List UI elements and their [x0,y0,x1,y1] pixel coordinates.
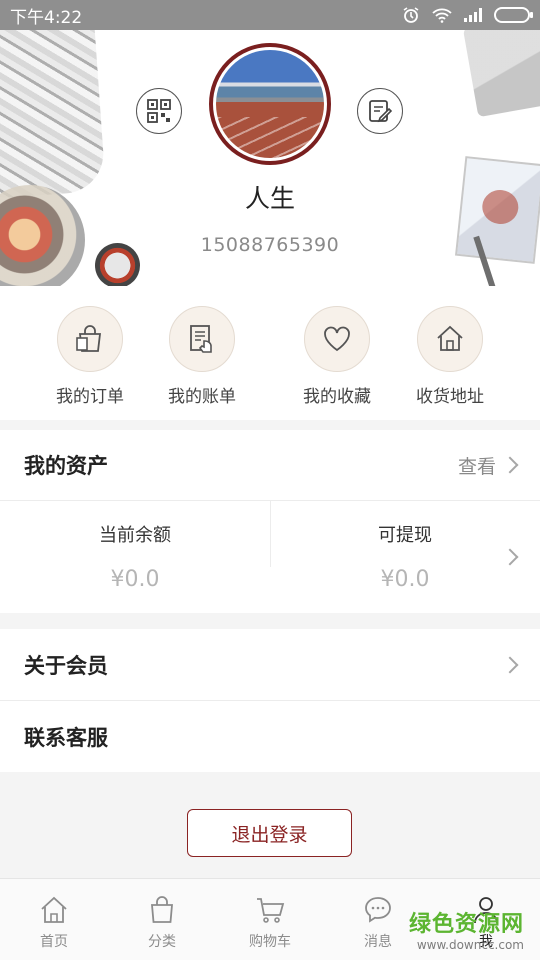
chevron-right-icon [501,656,519,673]
tab-label: 消息 [364,934,392,950]
assets-card: 我的资产 查看 当前余额 ¥0.0 可提现 ¥0.0 [0,430,540,613]
menu-item-service[interactable]: 联系客服 [0,701,540,772]
user-icon [469,893,503,927]
tab-label: 首页 [40,934,68,950]
wifi-icon [432,8,452,23]
profile-header: 人生 15088765390 [0,30,540,286]
menu-card: 关于会员 联系客服 [0,629,540,772]
chat-icon [361,893,395,927]
status-time: 下午4:22 [10,7,83,28]
tab-category[interactable]: 分类 [108,879,216,960]
assets-view-label: 查看 [457,455,496,478]
tab-me[interactable]: 我 [432,879,540,960]
shortcut-orders[interactable]: 我的订单 [35,306,145,407]
assets-title: 我的资产 [24,454,108,478]
shortcut-label: 我的订单 [56,387,124,407]
qr-code-icon [147,99,171,123]
shortcut-bills[interactable]: 我的账单 [147,306,257,407]
tab-home[interactable]: 首页 [0,879,108,960]
home-icon [437,325,463,351]
qr-code-button[interactable] [136,88,182,134]
tab-label: 购物车 [249,934,291,950]
shortcut-label: 我的账单 [168,387,236,407]
balance-separator [270,501,271,567]
bill-icon [190,325,212,353]
shopping-bag-icon [76,325,102,352]
battery-icon [494,7,533,23]
avatar[interactable] [209,43,331,165]
shortcut-favorites[interactable]: 我的收藏 [282,306,392,407]
balance-current-label: 当前余额 [99,525,171,546]
avatar-photo [216,50,324,158]
tab-bar: 首页 分类 购物车 消息 我 [0,878,540,960]
shortcut-orders-circle [57,306,123,372]
tab-label: 分类 [148,934,176,950]
alarm-icon [403,7,419,23]
balances-row[interactable]: 当前余额 ¥0.0 可提现 ¥0.0 [0,501,540,613]
balance-current-value: ¥0.0 [110,567,160,592]
shortcut-row: 我的订单 我的账单 我的收藏 收货地址 [0,286,540,420]
shortcut-favorites-circle [304,306,370,372]
shortcut-label: 我的收藏 [303,387,371,407]
decor-collage [0,30,106,199]
menu-item-service-label: 联系客服 [24,725,108,750]
cart-icon [253,893,287,927]
logout-button[interactable]: 退出登录 [187,809,352,857]
home-icon [37,893,71,927]
balance-withdrawable-label: 可提现 [378,525,432,546]
status-bar: 下午4:22 [0,0,540,30]
balance-withdrawable: 可提现 ¥0.0 [270,501,540,613]
bag-icon [145,893,179,927]
edit-profile-button[interactable] [357,88,403,134]
decor-case [462,30,540,118]
shortcut-label: 收货地址 [416,387,484,407]
menu-item-membership-label: 关于会员 [24,653,108,678]
tab-messages[interactable]: 消息 [324,879,432,960]
chevron-right-icon [501,456,519,474]
menu-item-membership[interactable]: 关于会员 [0,629,540,700]
tab-cart[interactable]: 购物车 [216,879,324,960]
tab-label: 我 [479,934,493,950]
assets-view-link[interactable]: 查看 [457,452,519,479]
assets-header-row[interactable]: 我的资产 查看 [0,430,540,500]
balance-current: 当前余额 ¥0.0 [0,501,270,613]
shortcut-bills-circle [169,306,235,372]
user-name: 人生 [244,184,295,213]
signal-icon [464,8,482,22]
status-icons [402,6,533,24]
edit-icon [369,100,393,123]
shortcut-address[interactable]: 收货地址 [395,306,505,407]
balance-withdrawable-value: ¥0.0 [380,567,430,592]
shortcut-address-circle [417,306,483,372]
user-phone: 15088765390 [200,234,340,256]
heart-icon [324,326,350,352]
